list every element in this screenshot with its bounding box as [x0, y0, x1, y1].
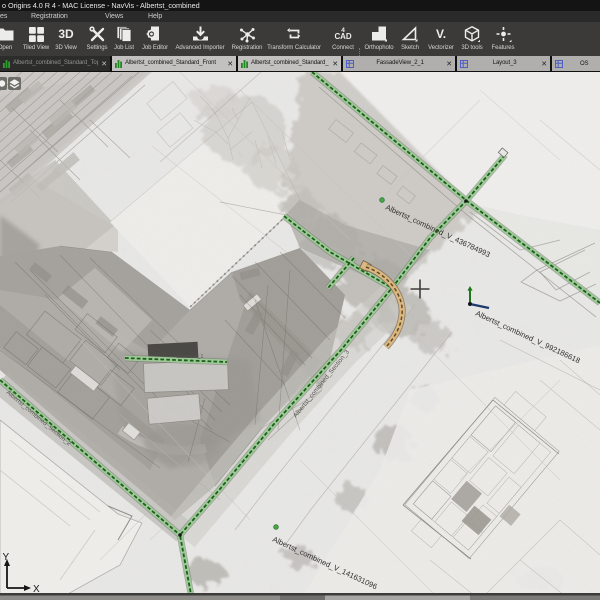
svg-text:Y: Y [3, 552, 10, 563]
svg-text:Staircase_1: Staircase_1 [176, 354, 204, 360]
